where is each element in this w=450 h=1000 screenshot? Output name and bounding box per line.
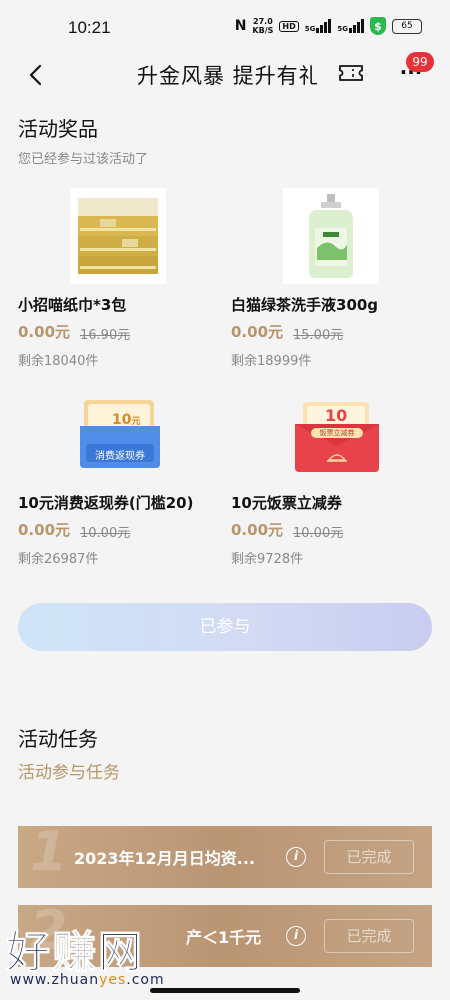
prize-remaining: 剩余9728件 <box>231 552 304 567</box>
coupon-unit: 元 <box>131 417 141 427</box>
tasks-section-subtitle: 活动参与任务 <box>18 763 120 783</box>
prizes-section-title: 活动奖品 <box>18 117 98 141</box>
watermark-url-accent: yes <box>99 972 127 988</box>
coupon-label: 饭票立减券 <box>311 428 363 438</box>
prize-price: 0.00元 <box>18 323 71 341</box>
home-indicator[interactable] <box>150 988 300 993</box>
task-status-button[interactable]: 已完成 <box>324 840 414 874</box>
prize-price: 0.00元 <box>231 323 284 341</box>
prize-remaining: 剩余18040件 <box>18 354 99 369</box>
prize-name: 白猫绿茶洗手液300g <box>231 296 379 314</box>
back-button[interactable] <box>22 60 52 90</box>
info-icon[interactable]: i <box>286 926 306 946</box>
speed-value: 27.0 <box>253 17 273 26</box>
signal-icon-2: 5G <box>337 19 364 33</box>
hand-soap-image <box>283 188 379 284</box>
prize-price: 0.00元 <box>231 521 284 539</box>
coupon-amount: 10 <box>112 412 132 428</box>
task-number: 1 <box>30 826 68 883</box>
coupon-label: 消费返现券 <box>95 451 145 462</box>
prize-remaining: 剩余18999件 <box>231 354 312 369</box>
task-number: 2 <box>30 905 68 962</box>
tissue-pack-image <box>70 188 166 284</box>
cashback-coupon-image: 10元 消费返现券 <box>70 388 170 484</box>
prizes-section-subtitle: 您已经参与过该活动了 <box>18 152 149 167</box>
prize-card-tissue[interactable]: 小招喵纸巾*3包 0.00元 16.90元 剩余18040件 <box>18 188 218 378</box>
battery-icon: 65 <box>392 18 422 34</box>
status-icons: N 27.0 KB/S HD 5G 5G $ 65 <box>235 17 422 35</box>
notification-badge: 99 <box>406 52 434 72</box>
ticket-icon <box>339 65 363 81</box>
watermark-url: www.zhuanyes.com <box>10 972 165 988</box>
task-text: 产＜1千元 <box>186 928 262 947</box>
coupon-amount: 10 <box>325 406 348 425</box>
task-text: 2023年12月月日均资... <box>74 849 256 868</box>
task-card[interactable]: 1 2023年12月月日均资... i 已完成 <box>18 826 432 888</box>
network-speed: 27.0 KB/S <box>252 17 273 35</box>
security-shield-icon: $ <box>370 17 386 35</box>
net-label-2: 5G <box>337 25 348 33</box>
prize-original-price: 10.00元 <box>293 526 344 541</box>
prize-remaining: 剩余26987件 <box>18 552 99 567</box>
prize-original-price: 16.90元 <box>80 328 131 343</box>
hd-icon: HD <box>279 20 299 32</box>
back-arrow-icon <box>29 64 42 86</box>
prize-card-cashback-coupon[interactable]: 10元 消费返现券 10元消费返现券(门槛20) 0.00元 10.00元 剩余… <box>18 388 218 578</box>
joined-button[interactable]: 已参与 <box>18 603 432 651</box>
watermark-url-part2: .com <box>126 972 165 988</box>
prize-card-handsoap[interactable]: 白猫绿茶洗手液300g 0.00元 15.00元 剩余18999件 <box>231 188 431 378</box>
prize-price: 0.00元 <box>18 521 71 539</box>
ticket-button[interactable] <box>338 62 364 84</box>
prize-name: 小招喵纸巾*3包 <box>18 296 127 314</box>
meal-coupon-image: 10 饭票立减券 <box>287 388 387 484</box>
nfc-icon: N <box>234 18 247 34</box>
prize-name: 10元消费返现券(门槛20) <box>18 494 194 512</box>
info-icon[interactable]: i <box>286 847 306 867</box>
prize-original-price: 15.00元 <box>293 328 344 343</box>
net-label-1: 5G <box>304 25 316 33</box>
app-header: 升金风暴 提升有礼 ··· 99 <box>0 52 450 96</box>
prize-name: 10元饭票立减券 <box>231 494 342 512</box>
task-status-button[interactable]: 已完成 <box>324 919 414 953</box>
status-bar: 10:21 N 27.0 KB/S HD 5G 5G $ 65 <box>0 0 450 52</box>
task-card[interactable]: 2 产＜1千元 i 已完成 <box>18 905 432 967</box>
page-title: 升金风暴 提升有礼 <box>137 64 317 88</box>
tasks-section-title: 活动任务 <box>18 727 98 751</box>
status-time: 10:21 <box>68 18 111 37</box>
prize-card-meal-coupon[interactable]: 10 饭票立减券 10元饭票立减券 0.00元 10.00元 剩余9728件 <box>231 388 431 578</box>
signal-icon-1: 5G <box>305 19 332 33</box>
speed-unit: KB/S <box>252 26 274 35</box>
prize-original-price: 10.00元 <box>80 526 131 541</box>
watermark-url-part1: www.zhuan <box>10 972 100 988</box>
